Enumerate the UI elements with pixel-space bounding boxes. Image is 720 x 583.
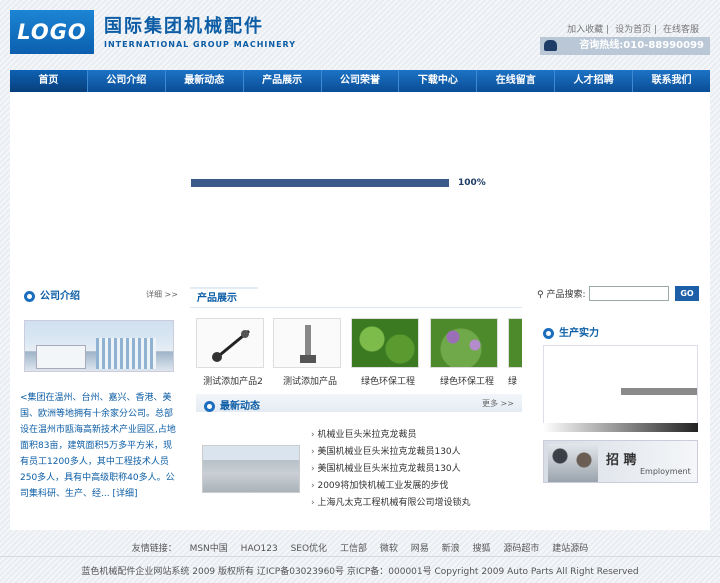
product-item[interactable]: 测试添加产品2 <box>196 318 270 387</box>
building-block <box>36 345 86 369</box>
news-more-link[interactable]: 更多 >> <box>482 398 514 409</box>
product-item[interactable]: 绿色环保工程 <box>351 318 425 387</box>
product-image <box>196 318 264 368</box>
friend-link[interactable]: HAO123 <box>241 544 278 554</box>
nav-news[interactable]: 最新动态 <box>166 70 244 92</box>
friend-link[interactable]: 源码超市 <box>503 544 539 554</box>
section-bullet-icon <box>543 327 554 339</box>
news-factory-image <box>202 445 300 493</box>
products-tab[interactable]: 产品展示 <box>190 287 258 307</box>
news-item[interactable]: 2009将加快机械工业发展的步伐 <box>311 478 470 495</box>
product-item[interactable]: 绿色环保工程 <box>430 318 504 387</box>
product-caption: 测试添加产品 <box>282 377 337 387</box>
news-item[interactable]: 机械业巨头米拉克龙裁员 <box>311 427 470 444</box>
friend-link[interactable]: 新浪 <box>442 544 460 554</box>
talent-title: 招 聘 <box>606 453 637 468</box>
top-links: 加入收藏 | 设为首页 | 在线客服 <box>567 25 699 35</box>
product-caption: 绿色环保工程 <box>360 377 415 387</box>
people-image <box>548 444 598 482</box>
product-item[interactable]: 测试添加产品 <box>273 318 347 387</box>
company-intro-title: 公司介绍 <box>40 291 80 302</box>
friend-links: 友情链接： MSN中国 HAO123 SEO优化 工信部 微软 网易 新浪 搜狐… <box>0 541 720 554</box>
news-item[interactable]: 美国机械业巨头米拉克龙裁员130人 <box>311 444 470 461</box>
product-caption: 绿 <box>508 377 518 387</box>
product-caption: 测试添加产品2 <box>203 377 263 387</box>
nav-contact[interactable]: 联系我们 <box>633 70 710 92</box>
nav-products[interactable]: 产品展示 <box>244 70 322 92</box>
capacity-header: 生产实力 <box>543 324 599 339</box>
loading-percent: 100% <box>458 178 486 188</box>
nav-home[interactable]: 首页 <box>10 70 88 92</box>
company-intro-text[interactable]: <集团在温州、台州、嘉兴、香港、美国、欧洲等地拥有十余家分公司。总部设在温州市瓯… <box>20 390 176 502</box>
news-item[interactable]: 上海凡太克工程机械有限公司增设锁丸 <box>311 495 470 512</box>
phone-icon <box>544 40 557 51</box>
friend-link[interactable]: 网易 <box>411 544 429 554</box>
copyright-text: 蓝色机械配件企业网站系统 2009 版权所有 辽ICP备03023960号 京I… <box>81 567 639 577</box>
friend-link[interactable]: MSN中国 <box>190 544 228 554</box>
news-title: 最新动态 <box>220 401 260 412</box>
friend-link[interactable]: 工信部 <box>340 544 367 554</box>
search-label: ⚲ 产品搜索: <box>537 290 586 300</box>
friend-link[interactable]: SEO优化 <box>291 544 327 554</box>
talent-subtitle: Employment <box>640 467 691 476</box>
talent-banner[interactable]: 招 聘 Employment <box>543 440 698 483</box>
search-icon: ⚲ <box>537 290 544 300</box>
product-image <box>273 318 341 368</box>
set-homepage-link[interactable]: 设为首页 <box>615 25 651 35</box>
company-intro-more-link[interactable]: 详细 >> <box>146 289 178 300</box>
product-image <box>508 318 522 368</box>
hotline-text: 咨询热线:010-88990099 <box>579 40 704 51</box>
news-list: 机械业巨头米拉克龙裁员 美国机械业巨头米拉克龙裁员130人 美国机械业巨头米拉克… <box>311 427 470 512</box>
section-bullet-icon <box>24 290 35 302</box>
loading-progress-bar <box>191 179 449 187</box>
nav-about[interactable]: 公司介绍 <box>88 70 166 92</box>
hotline-bar: 咨询热线:010-88990099 <box>540 37 710 55</box>
divider <box>190 307 522 308</box>
add-favorite-link[interactable]: 加入收藏 <box>567 25 603 35</box>
news-header: 最新动态 <box>204 397 260 412</box>
online-service-link[interactable]: 在线客服 <box>663 25 699 35</box>
friend-link[interactable]: 微软 <box>380 544 398 554</box>
nav-messages[interactable]: 在线留言 <box>477 70 556 92</box>
friend-link[interactable]: 建站源码 <box>552 544 588 554</box>
logo[interactable]: LOGO <box>10 10 94 54</box>
product-item[interactable]: 绿 <box>508 318 522 387</box>
capacity-image-bar <box>621 388 697 395</box>
product-image <box>430 318 498 368</box>
nav-downloads[interactable]: 下载中心 <box>399 70 478 92</box>
capacity-image-gradient <box>543 423 698 432</box>
news-item[interactable]: 美国机械业巨头米拉克龙裁员130人 <box>311 461 470 478</box>
product-image <box>351 318 419 368</box>
site-title-en: INTERNATIONAL GROUP MACHINERY <box>104 40 297 49</box>
site-title-cn: 国际集团机械配件 <box>104 16 264 37</box>
search-go-button[interactable]: GO <box>675 286 699 301</box>
capacity-title: 生产实力 <box>559 328 599 339</box>
product-caption: 绿色环保工程 <box>439 377 494 387</box>
nav-honors[interactable]: 公司荣誉 <box>322 70 400 92</box>
friend-links-label: 友情链接： <box>131 544 177 554</box>
building-block <box>96 338 156 369</box>
friend-link[interactable]: 搜狐 <box>473 544 491 554</box>
nav-jobs[interactable]: 人才招聘 <box>555 70 634 92</box>
company-intro-header: 公司介绍 <box>24 287 80 302</box>
product-search-input[interactable] <box>589 286 669 301</box>
footer-divider <box>0 556 720 557</box>
section-bullet-icon <box>204 400 215 412</box>
main-nav: 首页 公司介绍 最新动态 产品展示 公司荣誉 下载中心 在线留言 人才招聘 联系… <box>10 70 710 92</box>
